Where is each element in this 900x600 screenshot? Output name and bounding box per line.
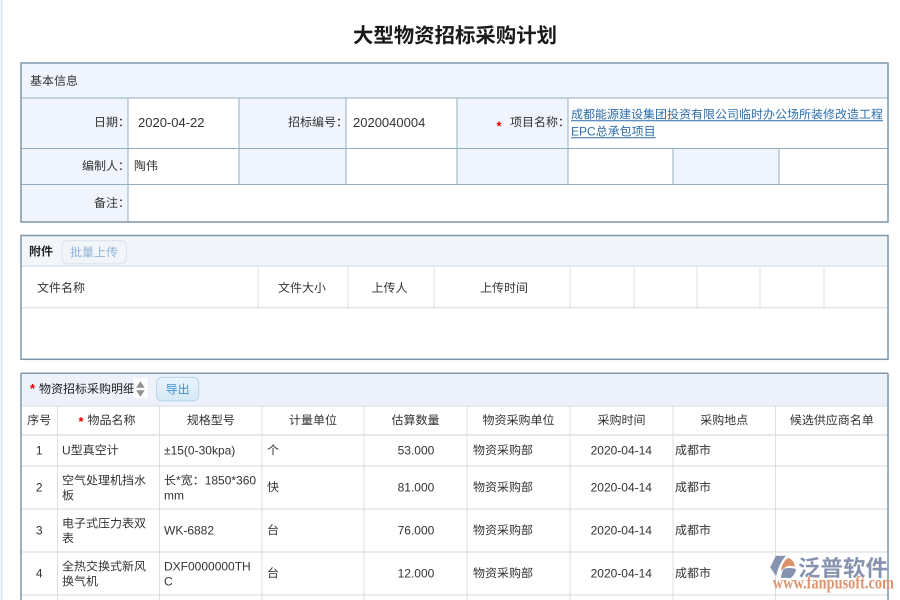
svg-text:2020-04-14: 2020-04-14 [591,566,653,580]
svg-text:2020-04-14: 2020-04-14 [591,523,653,537]
svg-text:mm: mm [164,489,184,503]
svg-text:81.000: 81.000 [398,480,435,494]
svg-text:*: * [176,474,181,488]
svg-text:76.000: 76.000 [398,523,435,537]
svg-text:WK-6882: WK-6882 [164,523,214,537]
svg-text:±15(0-30kpa): ±15(0-30kpa) [164,443,235,457]
svg-text:1: 1 [36,443,43,457]
svg-text:1850*360: 1850*360 [205,474,257,488]
svg-text:2: 2 [36,480,43,494]
svg-text:12.000: 12.000 [398,566,435,580]
svg-text:EPC: EPC [571,125,596,139]
svg-text:2020-04-14: 2020-04-14 [591,443,653,457]
svg-text:2020-04-14: 2020-04-14 [591,480,653,494]
svg-text:2020-04-22: 2020-04-22 [138,115,205,130]
svg-text:53.000: 53.000 [398,443,435,457]
svg-text:C: C [164,575,173,589]
svg-text:3: 3 [36,523,43,537]
svg-text:DXF0000000TH: DXF0000000TH [164,560,251,574]
svg-text:4: 4 [36,566,43,580]
svg-text:2020040004: 2020040004 [353,115,425,130]
svg-text:U: U [62,443,71,457]
svg-text:www.fanpusoft.com: www.fanpusoft.com [773,574,895,593]
